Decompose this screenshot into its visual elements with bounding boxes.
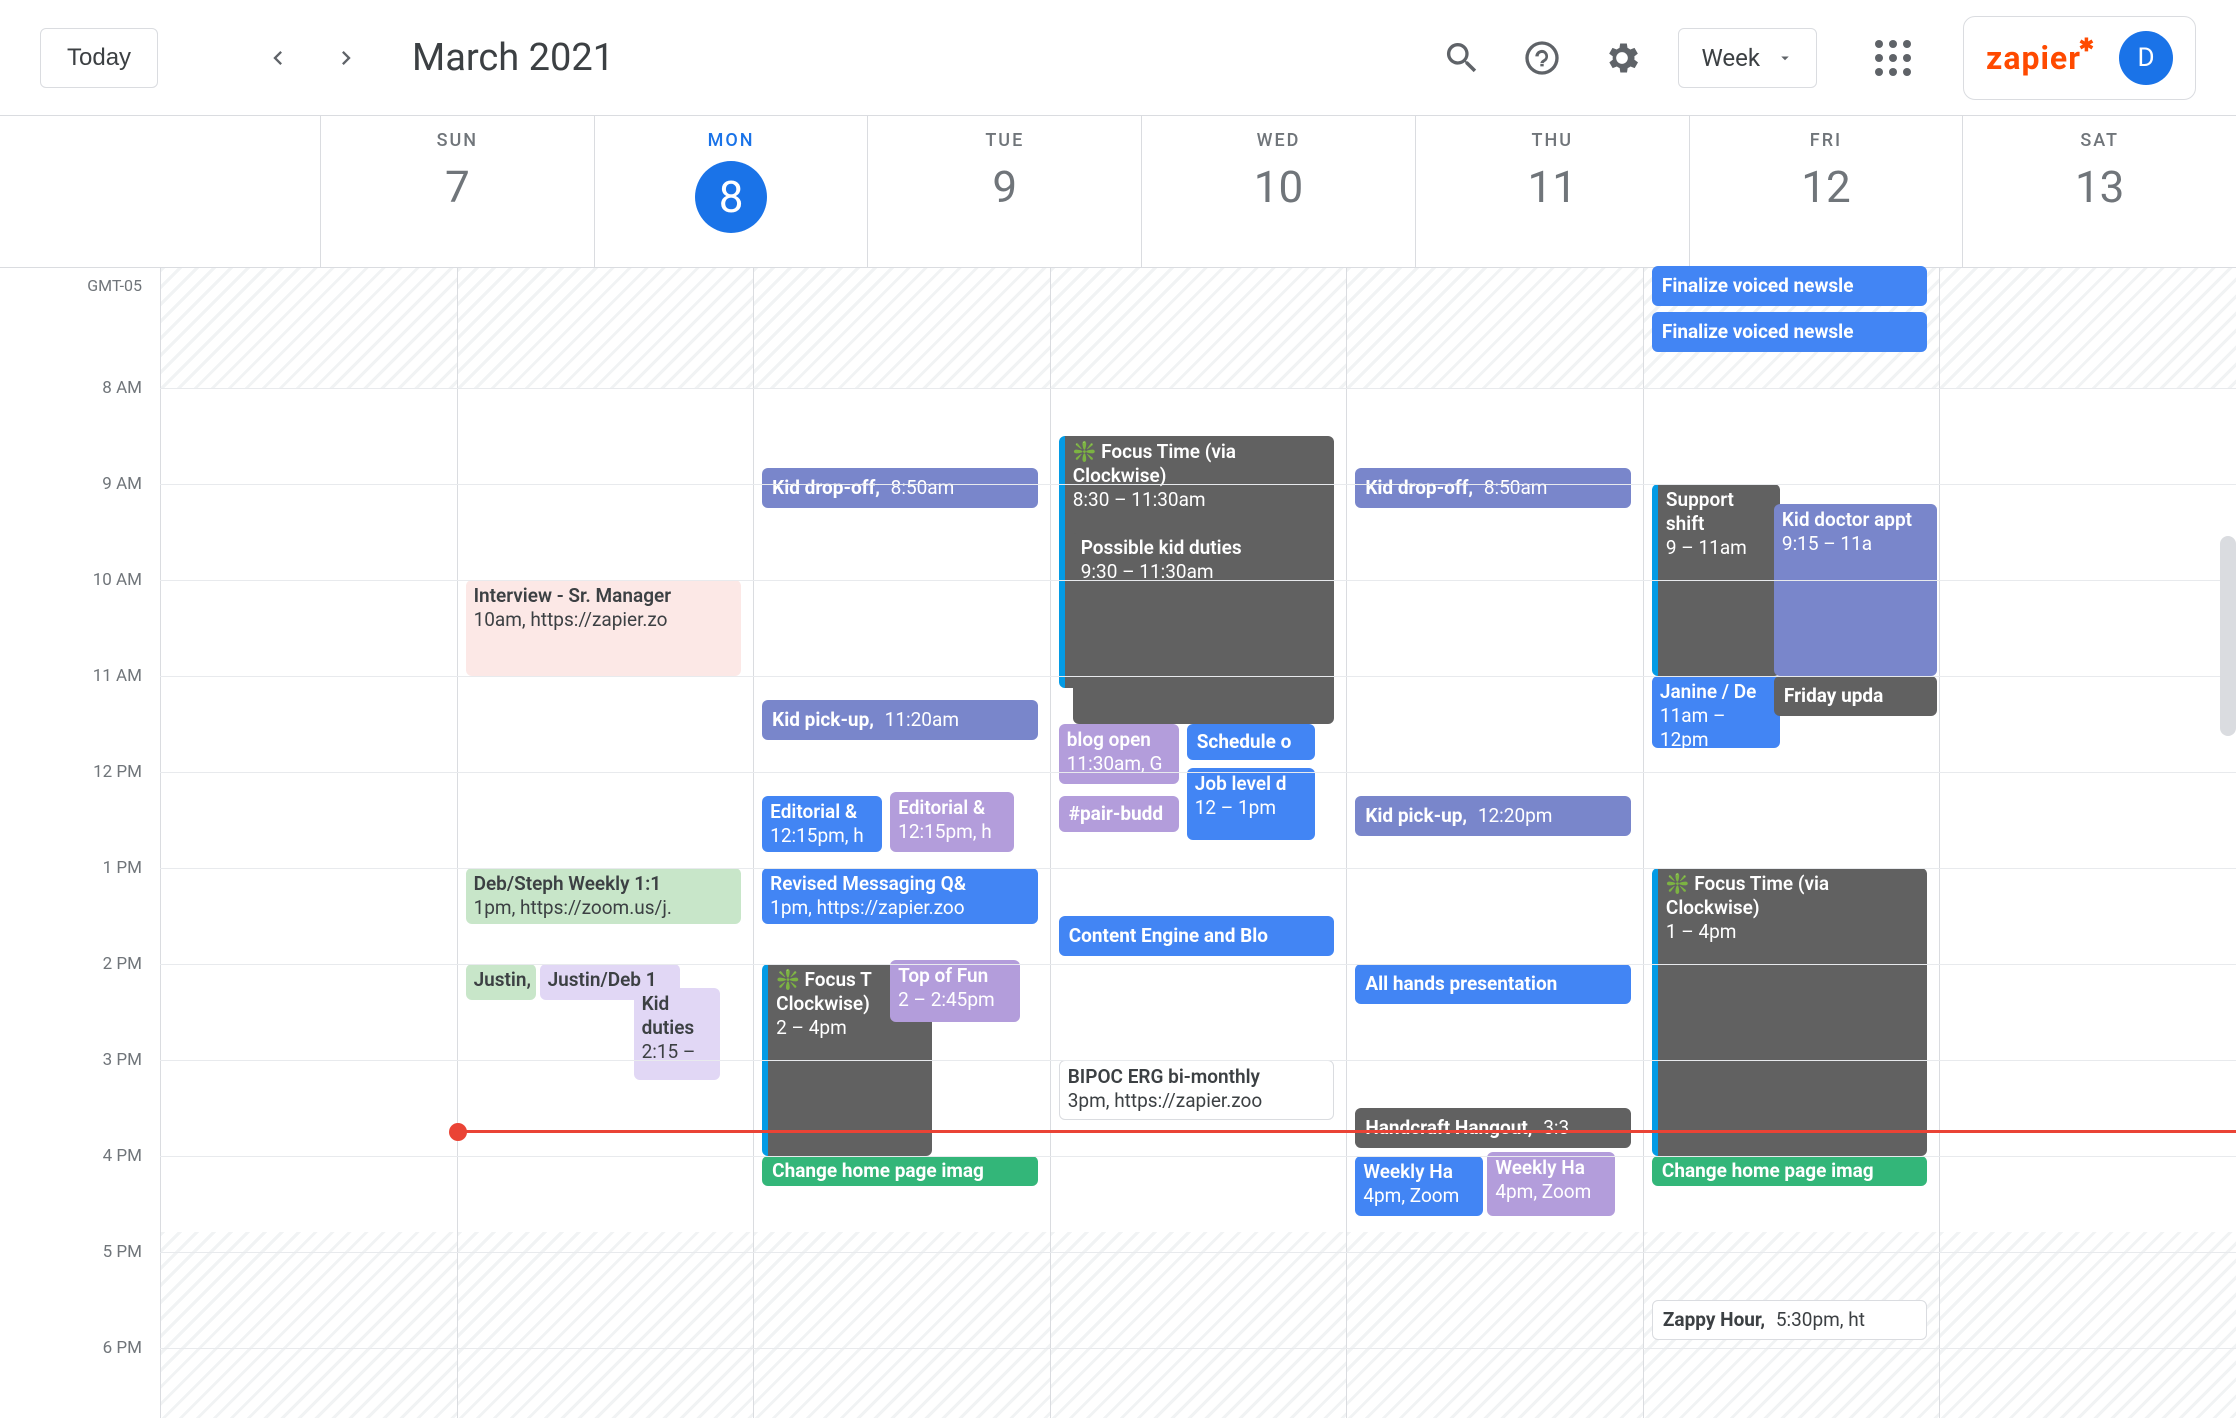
day-header[interactable]: THU 11 xyxy=(1415,116,1689,267)
day-header[interactable]: FRI 12 xyxy=(1689,116,1963,267)
hour-label: 12 PM xyxy=(93,762,142,782)
day-number: 11 xyxy=(1528,161,1577,213)
col-fri[interactable]: Finalize voiced newsle Finalize voiced n… xyxy=(1643,268,1940,1418)
day-abbr: WED xyxy=(1257,130,1301,151)
event-editorial1[interactable]: Editorial & 12:15pm, h xyxy=(762,796,882,852)
chevron-left-icon xyxy=(264,44,292,72)
next-button[interactable] xyxy=(326,38,366,78)
time-gutter: GMT-05 8 AM 9 AM 10 AM 11 AM 12 PM 1 PM 2 PM 3 … xyxy=(0,268,160,1418)
today-button[interactable]: Today xyxy=(40,28,158,88)
event-final1[interactable]: Finalize voiced newsle xyxy=(1652,266,1928,306)
day-abbr: MON xyxy=(708,130,755,151)
event-zappy[interactable]: Zappy Hour, 5:30pm, ht xyxy=(1652,1300,1928,1340)
day-abbr: TUE xyxy=(985,130,1024,151)
event-focus-fri[interactable]: ❇️ Focus Time (via Clockwise) 1 – 4pm xyxy=(1652,868,1928,1156)
event-debsteph[interactable]: Deb/Steph Weekly 1:1 1pm, https://zoom.u… xyxy=(466,868,742,924)
col-tue[interactable]: Kid drop-off, 8:50am Kid pick-up, 11:20a… xyxy=(753,268,1050,1418)
zapier-logo: zapier✱ xyxy=(1986,39,2097,77)
event-weekly2[interactable]: Weekly Ha 4pm, Zoom xyxy=(1487,1152,1615,1216)
toolbar-icons xyxy=(1442,38,1642,78)
day-number: 10 xyxy=(1254,161,1303,213)
view-select[interactable]: Week xyxy=(1678,28,1817,88)
scrollbar[interactable] xyxy=(2220,536,2236,736)
day-number: 12 xyxy=(1801,161,1850,213)
event-weekly1[interactable]: Weekly Ha 4pm, Zoom xyxy=(1355,1156,1483,1216)
day-number: 13 xyxy=(2075,161,2124,213)
day-abbr: FRI xyxy=(1810,130,1842,151)
view-label: Week xyxy=(1701,44,1760,72)
help-icon[interactable] xyxy=(1522,38,1562,78)
event-revised[interactable]: Revised Messaging Q& 1pm, https://zapier… xyxy=(762,868,1038,924)
hour-label: 1 PM xyxy=(103,858,142,878)
event-blogopen[interactable]: blog open 11:30am, G xyxy=(1059,724,1179,784)
event-allhands[interactable]: All hands presentation xyxy=(1355,964,1631,1004)
hour-label: 8 AM xyxy=(102,378,142,398)
day-abbr: SUN xyxy=(437,130,478,151)
calendar-grid: GMT-05 8 AM 9 AM 10 AM 11 AM 12 PM 1 PM 2 PM 3 … xyxy=(0,268,2236,1418)
nav-arrows xyxy=(258,38,366,78)
day-header[interactable]: WED 10 xyxy=(1141,116,1415,267)
event-final2[interactable]: Finalize voiced newsle xyxy=(1652,312,1928,352)
day-header[interactable]: TUE 9 xyxy=(867,116,1141,267)
avatar[interactable]: D xyxy=(2119,31,2173,85)
event-topfun[interactable]: Top of Fun 2 – 2:45pm xyxy=(890,960,1020,1022)
timezone-label: GMT-05 xyxy=(87,276,142,295)
event-changehome-tue[interactable]: Change home page imag xyxy=(762,1156,1038,1186)
day-abbr: THU xyxy=(1531,130,1573,151)
event-schedule[interactable]: Schedule o xyxy=(1187,724,1315,760)
hour-label: 2 PM xyxy=(103,954,142,974)
prev-button[interactable] xyxy=(258,38,298,78)
day-header[interactable]: SUN 7 xyxy=(320,116,594,267)
event-kiddrop-thu[interactable]: Kid drop-off, 8:50am xyxy=(1355,468,1631,508)
event-fridayupd[interactable]: Friday upda xyxy=(1774,676,1938,716)
day-columns: Interview - Sr. Manager 10am, https://za… xyxy=(160,268,2236,1418)
top-bar: Today March 2021 Week zapier✱ D xyxy=(0,0,2236,116)
settings-icon[interactable] xyxy=(1602,38,1642,78)
event-possible[interactable]: Possible kid duties 9:30 – 11:30am xyxy=(1073,532,1335,724)
col-thu[interactable]: Kid drop-off, 8:50am Kid pick-up, 12:20p… xyxy=(1346,268,1643,1418)
now-line-extension xyxy=(457,1130,2236,1133)
event-kiddrop-tue[interactable]: Kid drop-off, 8:50am xyxy=(762,468,1038,508)
event-justin1[interactable]: Justin, xyxy=(466,964,536,1000)
event-kidpick-tue[interactable]: Kid pick-up, 11:20am xyxy=(762,700,1038,740)
apps-icon[interactable] xyxy=(1875,40,1911,76)
event-kidduties[interactable]: Kid duties 2:15 – xyxy=(634,988,720,1080)
hour-label: 5 PM xyxy=(103,1242,142,1262)
page-title: March 2021 xyxy=(412,36,614,80)
hour-label: 10 AM xyxy=(93,570,142,590)
hour-label: 6 PM xyxy=(103,1338,142,1358)
col-sat[interactable] xyxy=(1939,268,2236,1418)
event-interview[interactable]: Interview - Sr. Manager 10am, https://za… xyxy=(466,580,742,676)
col-wed[interactable]: ❇️ Focus Time (via Clockwise) 8:30 – 11:… xyxy=(1050,268,1347,1418)
hour-label: 4 PM xyxy=(103,1146,142,1166)
day-header[interactable]: SAT 13 xyxy=(1962,116,2236,267)
account-box[interactable]: zapier✱ D xyxy=(1963,16,2196,100)
day-header[interactable]: MON 8 xyxy=(594,116,868,267)
chevron-right-icon xyxy=(332,44,360,72)
event-kidpick-thu[interactable]: Kid pick-up, 12:20pm xyxy=(1355,796,1631,836)
event-janine[interactable]: Janine / De 11am – 12pm xyxy=(1652,676,1780,748)
col-sun[interactable] xyxy=(160,268,457,1418)
day-number: 8 xyxy=(695,161,767,233)
event-content[interactable]: Content Engine and Blo xyxy=(1059,916,1335,956)
day-number: 9 xyxy=(992,161,1017,213)
day-abbr: SAT xyxy=(2080,130,2119,151)
event-handcraft[interactable]: Handcraft Hangout, 3:3 xyxy=(1355,1108,1631,1148)
hour-label: 3 PM xyxy=(103,1050,142,1070)
event-kiddoc[interactable]: Kid doctor appt 9:15 – 11a xyxy=(1774,504,1938,676)
event-bipoc[interactable]: BIPOC ERG bi-monthly 3pm, https://zapier… xyxy=(1059,1060,1335,1120)
hour-label: 9 AM xyxy=(102,474,142,494)
day-number: 7 xyxy=(445,161,470,213)
day-header-row: SUN 7 MON 8 TUE 9 WED 10 THU 11 FRI 12 SAT 13 xyxy=(0,116,2236,268)
event-pair[interactable]: #pair-budd xyxy=(1059,796,1179,832)
hour-label: 11 AM xyxy=(93,666,142,686)
event-editorial2[interactable]: Editorial & 12:15pm, h xyxy=(890,792,1014,852)
dropdown-icon xyxy=(1776,49,1794,67)
col-mon[interactable]: Interview - Sr. Manager 10am, https://za… xyxy=(457,268,754,1418)
event-changehome-fri[interactable]: Change home page imag xyxy=(1652,1156,1928,1186)
event-joblevel[interactable]: Job level d 12 – 1pm xyxy=(1187,768,1315,840)
event-support[interactable]: Support shift 9 – 11am xyxy=(1652,484,1780,676)
search-icon[interactable] xyxy=(1442,38,1482,78)
